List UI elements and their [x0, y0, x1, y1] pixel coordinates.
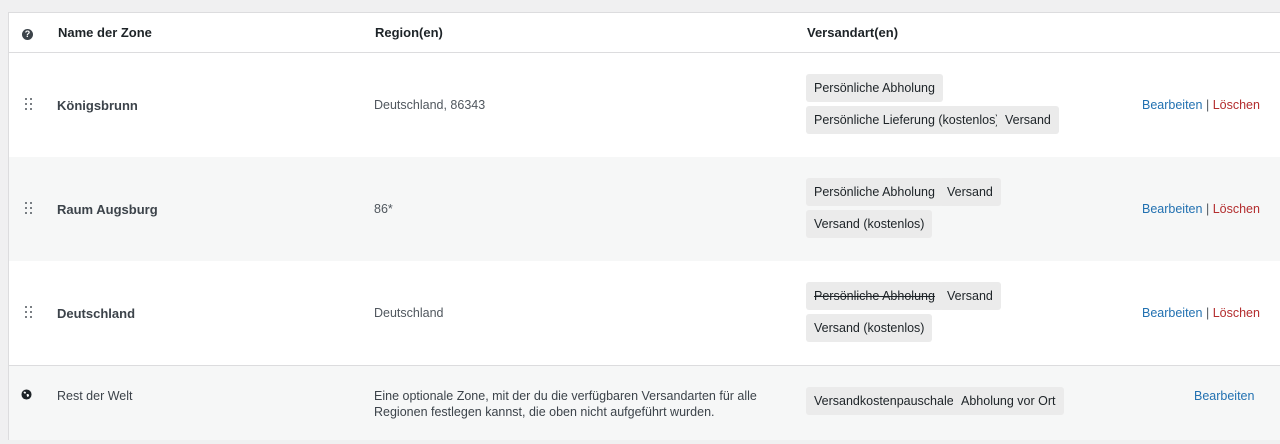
edit-link[interactable]: Bearbeiten	[1142, 98, 1202, 112]
shipping-method-pill[interactable]: Versandkostenpauschale	[806, 387, 962, 415]
shipping-method-pill[interactable]: Versand	[997, 106, 1059, 134]
zone-description-line: Eine optionale Zone, mit der du die verf…	[374, 389, 757, 403]
drag-handle-icon[interactable]	[25, 306, 33, 320]
table-header: ? Name der Zone Region(en) Versandart(en…	[9, 13, 1280, 53]
shipping-method-pill[interactable]: Versand (kostenlos)	[806, 314, 933, 342]
shipping-method-pill[interactable]: Versand	[939, 178, 1001, 206]
zone-region: Deutschland, 86343	[374, 98, 486, 112]
zone-region: Deutschland	[374, 306, 444, 320]
zone-name: Raum Augsburg	[57, 202, 158, 217]
table-row: Königsbrunn Deutschland, 86343 Persönlic…	[9, 53, 1280, 157]
edit-link[interactable]: Bearbeiten	[1142, 202, 1202, 216]
shipping-method-pill[interactable]: Versand	[939, 282, 1001, 310]
drag-handle-icon[interactable]	[25, 202, 33, 216]
edit-link[interactable]: Bearbeiten	[1142, 306, 1202, 320]
table-row: Deutschland Deutschland Persönliche Abho…	[9, 261, 1280, 365]
globe-icon	[21, 389, 32, 400]
delete-link[interactable]: Löschen	[1213, 98, 1260, 112]
edit-link[interactable]: Bearbeiten	[1194, 389, 1254, 403]
shipping-method-pill[interactable]: Versand (kostenlos)	[806, 210, 933, 238]
shipping-method-pill-disabled[interactable]: Persönliche Abholung	[806, 282, 943, 310]
shipping-method-pill[interactable]: Abholung vor Ort	[953, 387, 1064, 415]
zone-region: 86*	[374, 202, 393, 216]
column-header-regions: Region(en)	[375, 25, 443, 40]
zone-name: Rest der Welt	[57, 389, 133, 403]
row-actions: Bearbeiten	[1194, 389, 1254, 403]
shipping-method-pill[interactable]: Persönliche Lieferung (kostenlos)	[806, 106, 1008, 134]
help-icon[interactable]: ?	[22, 29, 33, 40]
zone-description-line: Regionen festlegen kannst, die oben nich…	[374, 405, 715, 419]
shipping-method-pill[interactable]: Persönliche Abholung	[806, 178, 943, 206]
zone-name: Deutschland	[57, 306, 136, 321]
zone-description: Eine optionale Zone, mit der du die verf…	[374, 388, 774, 420]
drag-handle-icon[interactable]	[25, 98, 33, 112]
shipping-method-pill[interactable]: Persönliche Abholung	[806, 74, 943, 102]
delete-link[interactable]: Löschen	[1213, 306, 1260, 320]
table-row: Raum Augsburg 86* Persönliche Abholung V…	[9, 157, 1280, 261]
column-header-zone-name: Name der Zone	[58, 25, 152, 40]
action-separator: |	[1205, 98, 1210, 112]
delete-link[interactable]: Löschen	[1213, 202, 1260, 216]
zone-name: Königsbrunn	[57, 98, 138, 113]
rest-of-world-row: Rest der Welt Eine optionale Zone, mit d…	[9, 365, 1280, 440]
shipping-zones-table: ? Name der Zone Region(en) Versandart(en…	[8, 12, 1280, 440]
action-separator: |	[1205, 306, 1210, 320]
row-actions: Bearbeiten | Löschen	[1142, 306, 1260, 320]
column-header-methods: Versandart(en)	[807, 25, 899, 40]
row-actions: Bearbeiten | Löschen	[1142, 98, 1260, 112]
row-actions: Bearbeiten | Löschen	[1142, 202, 1260, 216]
action-separator: |	[1205, 202, 1210, 216]
